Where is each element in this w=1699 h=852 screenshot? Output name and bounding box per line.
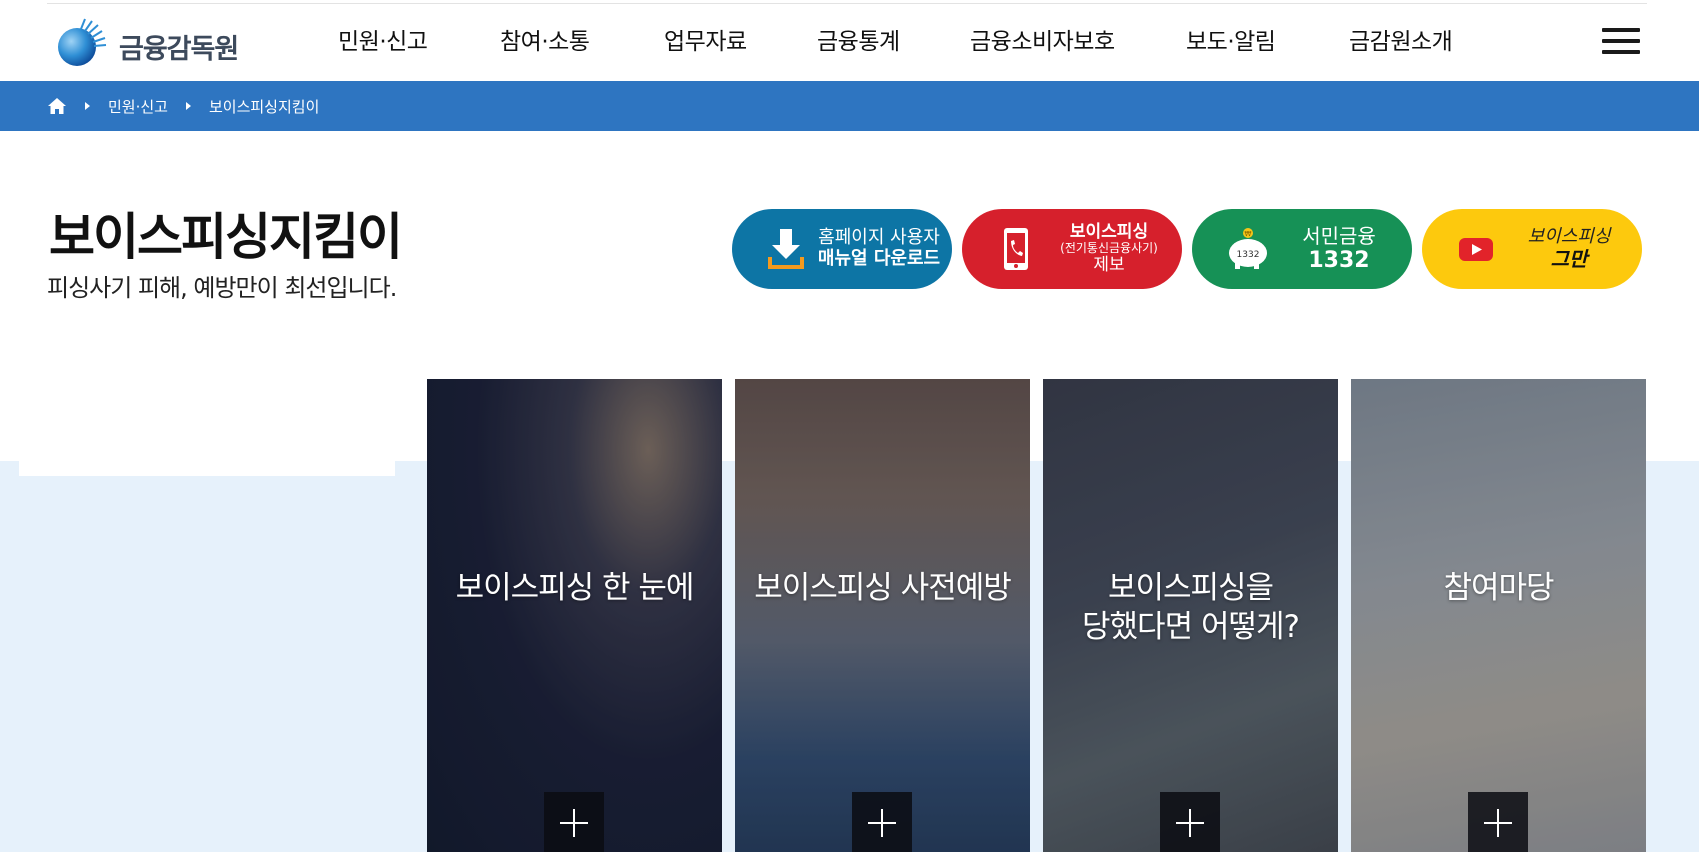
menu-icon[interactable] [1602,28,1640,56]
breadcrumb-separator-icon [85,102,90,110]
nav-item-consumer-protection[interactable]: 금융소비자보호 [970,22,1115,56]
manual-download-label: 홈페이지 사용자 매뉴얼 다운로드 [806,228,952,269]
card-title: 보이스피싱을 당했다면 어떻게? [1043,569,1338,647]
nav-item-work-materials[interactable]: 업무자료 [664,22,747,56]
youtube-line2: 그만 [1550,246,1588,271]
report-line1: 보이스피싱 [1069,221,1149,242]
plus-icon[interactable] [1160,792,1220,852]
svg-text:₩: ₩ [1245,230,1252,238]
youtube-line1: 보이스피싱 [1527,226,1611,248]
youtube-label: 보이스피싱 그만 [1496,226,1642,271]
report-line3: 제보 [1093,254,1125,275]
card-overlay [1351,379,1646,852]
voice-phishing-report-button[interactable]: 보이스피싱 (전기통신금융사기) 제보 [962,209,1182,289]
breadcrumb: 민원·신고 보이스피싱지킴이 [47,81,319,131]
card-title: 보이스피싱 사전예방 [754,570,1012,606]
nav-item-financial-stats[interactable]: 금융통계 [817,22,900,56]
card-victim-guide[interactable]: 보이스피싱을 당했다면 어떻게? [1043,379,1338,852]
card-title-line2: 당했다면 어떻게? [1082,608,1300,645]
manual-line2: 매뉴얼 다운로드 [817,248,941,269]
nav-item-press[interactable]: 보도·알림 [1186,22,1276,56]
nav-item-participation[interactable]: 참여·소통 [500,22,590,56]
breadcrumb-separator-icon [185,102,191,110]
youtube-stop-phishing-button[interactable]: 보이스피싱 그만 [1422,209,1642,289]
manual-download-button[interactable]: 홈페이지 사용자 매뉴얼 다운로드 [732,209,952,289]
header-top-line [47,3,1647,4]
seomin-line1: 서민금융 [1302,223,1376,248]
breadcrumb-item-complaints[interactable]: 민원·신고 [108,96,168,117]
seomin-line2: 1332 [1308,247,1370,273]
report-line2: (전기통신금융사기) [1060,241,1158,256]
manual-line1: 홈페이지 사용자 [818,227,940,249]
page-subtitle: 피싱사기 피해, 예방만이 최선입니다. [47,274,397,302]
fss-logo-icon [55,15,111,69]
seomin-label: 서민금융 1332 [1266,223,1412,273]
site-logo[interactable]: 금융감독원 [55,15,239,69]
svg-text:1332: 1332 [1237,250,1260,260]
plus-icon[interactable] [1468,792,1528,852]
nav-item-complaints[interactable]: 민원·신고 [338,22,428,56]
piggy-bank-icon: ₩ 1332 [1226,227,1267,271]
card-title-line1: 보이스피싱을 [1107,570,1274,606]
plus-icon[interactable] [852,792,912,852]
breadcrumb-bar: 민원·신고 보이스피싱지킴이 [0,81,1699,131]
youtube-icon [1456,227,1496,271]
card-overview[interactable]: 보이스피싱 한 눈에 [427,379,722,852]
logo-text: 금융감독원 [119,33,239,65]
card-title: 보이스피싱 한 눈에 [455,570,695,606]
white-tab-block [19,440,395,476]
card-overlay [427,379,722,852]
report-label: 보이스피싱 (전기통신금융사기) 제보 [1036,221,1182,276]
plus-icon[interactable] [544,792,604,852]
download-icon [766,227,806,271]
page-title: 보이스피싱지킴이 [49,208,403,266]
card-prevention[interactable]: 보이스피싱 사전예방 [735,379,1030,852]
site-header: 금융감독원 민원·신고 참여·소통 업무자료 금융통계 금융소비자보호 보도·알… [0,0,1699,81]
phone-icon [996,227,1036,271]
card-title: 참여마당 [1443,570,1554,606]
nav-item-about[interactable]: 금감원소개 [1349,22,1453,56]
home-icon[interactable] [47,97,67,115]
card-participation[interactable]: 참여마당 [1351,379,1646,852]
seomin-finance-button[interactable]: ₩ 1332 서민금융 1332 [1192,209,1412,289]
breadcrumb-item-current[interactable]: 보이스피싱지킴이 [209,96,319,117]
card-overlay [735,379,1030,852]
